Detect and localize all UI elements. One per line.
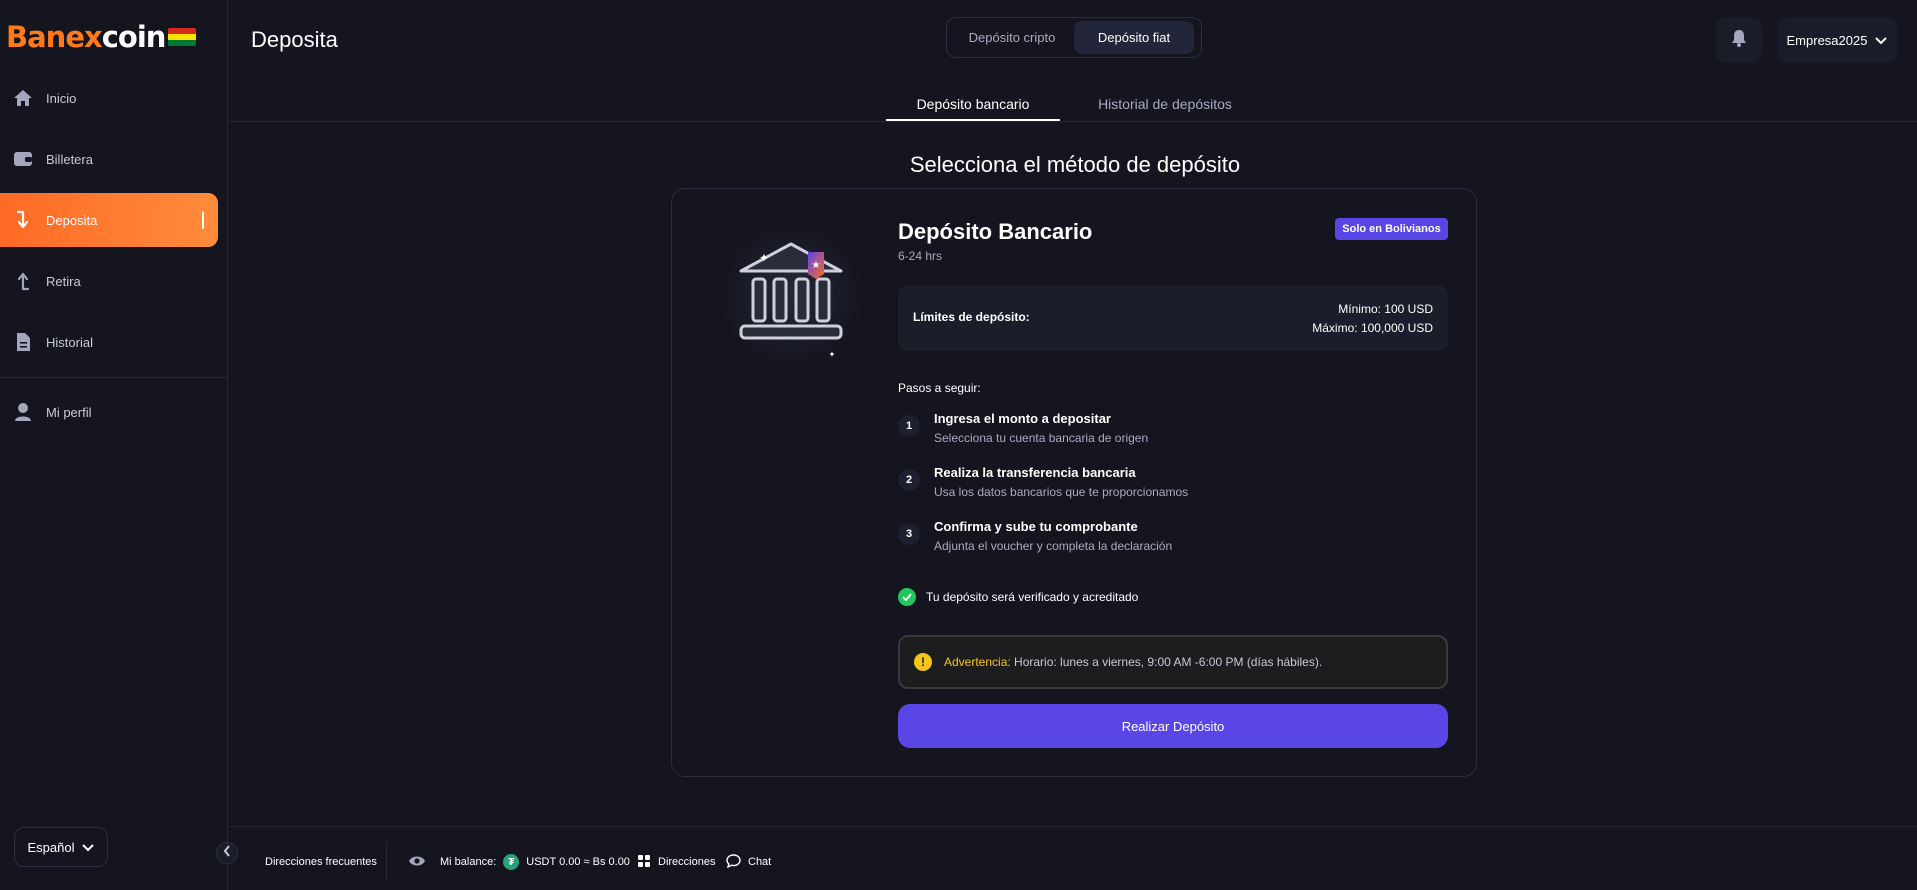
addresses-link[interactable]: Direcciones (637, 853, 715, 871)
limits-label: Límites de depósito: (913, 310, 1030, 324)
tab-deposito-bancario[interactable]: Depósito bancario (886, 96, 1060, 121)
warning-text: Horario: lunes a viernes, 9:00 AM -6:00 … (1010, 655, 1323, 669)
addresses-label: Direcciones (658, 856, 716, 868)
warning-message: Advertencia: Horario: lunes a viernes, 9… (944, 655, 1322, 669)
language-label: Español (27, 839, 75, 855)
sidebar-item-label: Billetera (46, 151, 93, 167)
account-name: Empresa2025 (1786, 32, 1868, 48)
chat-icon (726, 853, 741, 871)
sidebar-item-label: Retira (46, 273, 81, 289)
step-item: 1 Ingresa el monto a depositar Seleccion… (898, 411, 1448, 455)
sidebar-item-label: Mi perfil (46, 404, 92, 420)
bell-icon (1731, 29, 1747, 52)
deposit-limits-box: Límites de depósito: Mínimo: 100 USD Máx… (898, 285, 1448, 351)
balance-label: Mi balance: (440, 856, 497, 868)
crypto-deposit-tab[interactable]: Depósito cripto (950, 21, 1074, 54)
wallet-icon (12, 148, 34, 170)
step-title: Ingresa el monto a depositar (934, 411, 1111, 426)
document-icon (12, 331, 34, 353)
steps-label: Pasos a seguir: (898, 381, 981, 395)
svg-text:✦: ✦ (759, 251, 769, 265)
chat-link[interactable]: Chat (726, 853, 771, 871)
sidebar-item-inicio[interactable]: Inicio (0, 71, 218, 125)
svg-text:✦: ✦ (829, 350, 836, 359)
currency-badge: Solo en Bolivianos (1335, 218, 1448, 240)
sidebar: Ban ex coin Inicio Billetera Deposita Reti… (0, 0, 228, 890)
step-number: 1 (898, 415, 920, 437)
sidebar-item-historial[interactable]: Historial (0, 315, 218, 369)
warning-banner: ! Advertencia: Horario: lunes a viernes,… (898, 635, 1448, 689)
fiat-deposit-tab[interactable]: Depósito fiat (1074, 21, 1194, 54)
footer-divider (386, 842, 387, 882)
step-description: Adjunta el voucher y completa la declara… (934, 539, 1173, 553)
step-number: 2 (898, 469, 920, 491)
minimum-limit: Mínimo: 100 USD (1338, 302, 1433, 316)
processing-time: 6-24 hrs (898, 249, 943, 263)
frequent-addresses-label: Direcciones frecuentes (265, 856, 377, 868)
maximum-limit: Máximo: 100,000 USD (1312, 321, 1433, 335)
chevron-down-icon (82, 840, 95, 855)
sidebar-item-retira[interactable]: Retira (0, 254, 218, 308)
step-description: Usa los datos bancarios que te proporcio… (934, 485, 1189, 499)
deposit-type-switch: Depósito cripto Depósito fiat (946, 17, 1202, 58)
sidebar-divider (0, 377, 228, 378)
step-title: Realiza la transferencia bancaria (934, 465, 1136, 480)
step-number: 3 (898, 523, 920, 545)
sidebar-item-billetera[interactable]: Billetera (0, 132, 218, 186)
verification-text: Tu depósito será verificado y acreditado (926, 590, 1139, 604)
sidebar-item-mi-perfil[interactable]: Mi perfil (0, 385, 218, 439)
step-item: 3 Confirma y sube tu comprobante Adjunta… (898, 519, 1448, 563)
sidebar-item-label: Inicio (46, 90, 77, 106)
tether-icon: ₮ (503, 854, 520, 870)
home-icon (12, 87, 34, 109)
toggle-balance-visibility[interactable] (408, 853, 426, 871)
grid-icon (637, 854, 651, 871)
page-title: Deposita (251, 27, 338, 52)
account-menu[interactable]: Empresa2025 (1777, 17, 1897, 63)
warning-label: Advertencia: (944, 655, 1011, 669)
active-indicator (202, 211, 204, 229)
frequent-addresses-link[interactable]: Direcciones frecuentes (265, 853, 377, 871)
arrow-down-deposit-icon (12, 209, 34, 231)
step-title: Confirma y sube tu comprobante (934, 519, 1138, 534)
chevron-down-icon (1875, 33, 1888, 48)
sidebar-item-deposita[interactable]: Deposita (0, 193, 218, 247)
chat-label: Chat (748, 856, 772, 868)
tab-historial-depositos[interactable]: Historial de depósitos (1082, 96, 1248, 121)
check-circle-icon (898, 588, 916, 606)
method-title: Depósito Bancario (898, 219, 1093, 244)
user-icon (12, 401, 34, 423)
warning-icon: ! (914, 653, 932, 671)
balance-display: Mi balance: ₮ USDT 0.00 ≈ Bs 0.00 (440, 853, 630, 871)
verification-note: Tu depósito será verificado y acreditado (898, 588, 1138, 606)
step-description: Selecciona tu cuenta bancaria de origen (934, 431, 1149, 445)
bolivia-flag-icon (168, 28, 197, 46)
language-selector[interactable]: Español (14, 827, 108, 867)
bank-illustration-icon: ★ ✦ ✦ (711, 216, 871, 368)
balance-value: USDT 0.00 ≈ Bs 0.00 (526, 856, 630, 868)
arrow-up-withdraw-icon (12, 270, 34, 292)
sidebar-item-label: Historial (46, 334, 93, 350)
tabs-divider (229, 121, 1917, 122)
notifications-button[interactable] (1716, 17, 1762, 63)
make-deposit-button[interactable]: Realizar Depósito (898, 704, 1448, 748)
step-item: 2 Realiza la transferencia bancaria Usa … (898, 465, 1448, 509)
banexcoin-logo[interactable]: Ban ex coin (6, 20, 197, 54)
section-title: Selecciona el método de depósito (909, 152, 1241, 177)
svg-text:★: ★ (812, 260, 821, 271)
eye-icon (408, 855, 426, 870)
sidebar-item-label: Deposita (46, 212, 98, 228)
